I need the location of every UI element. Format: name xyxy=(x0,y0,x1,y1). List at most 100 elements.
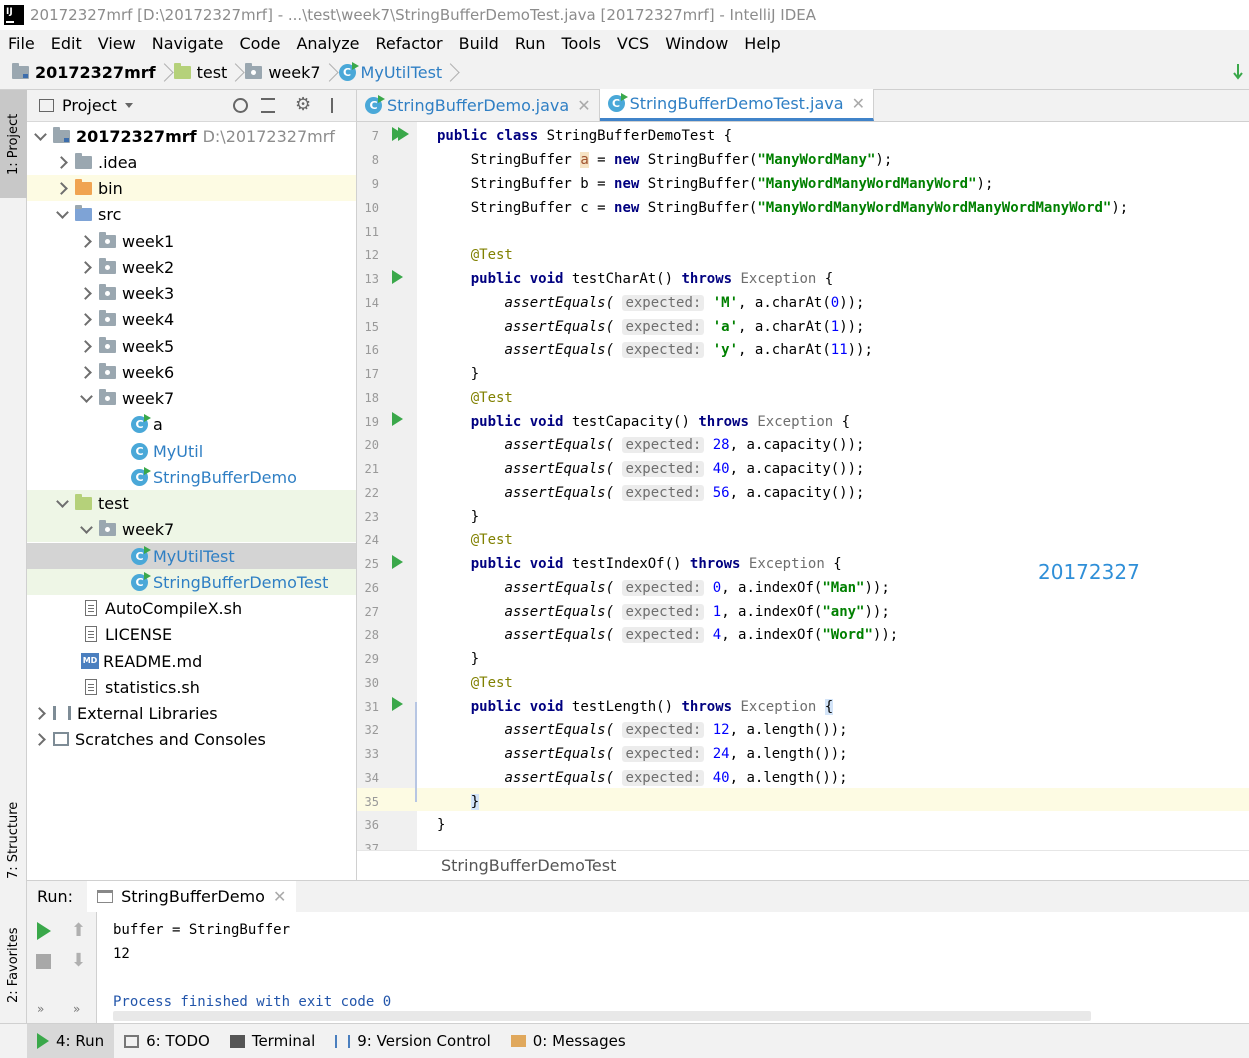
project-tool-tab[interactable]: 1: Project xyxy=(0,90,27,198)
menu-navigate[interactable]: Navigate xyxy=(144,34,232,53)
locate-file-icon[interactable] xyxy=(233,98,248,113)
chevron-down-icon[interactable] xyxy=(124,103,133,108)
breadcrumb-project[interactable]: 20172327mrf xyxy=(0,56,174,89)
tree-item-statistics[interactable]: statistics.sh xyxy=(27,674,356,700)
tool-tab-messages[interactable]: 0: Messages xyxy=(501,1024,636,1058)
tree-item-root[interactable]: 20172327mrf D:\20172327mrf xyxy=(27,123,356,149)
arrow-down-icon[interactable]: ⬇ xyxy=(71,950,86,971)
tree-item-stringbufferdemo[interactable]: C StringBufferDemo xyxy=(27,464,356,490)
close-icon[interactable]: ✕ xyxy=(577,96,590,115)
chevron-down-icon[interactable] xyxy=(79,522,93,536)
chevron-right-icon[interactable] xyxy=(79,312,93,326)
tree-item-week4[interactable]: week4 xyxy=(27,306,356,332)
tree-item-a[interactable]: C a xyxy=(27,411,356,437)
tab-stringbufferdemo[interactable]: C StringBufferDemo.java ✕ xyxy=(357,89,600,121)
chevron-right-icon[interactable] xyxy=(33,732,47,746)
rerun-icon[interactable] xyxy=(37,922,51,940)
menu-refactor[interactable]: Refactor xyxy=(368,34,451,53)
run-test-icon[interactable] xyxy=(392,270,403,284)
chevron-down-icon[interactable] xyxy=(55,207,69,221)
chevron-right-icon[interactable] xyxy=(79,234,93,248)
menu-window[interactable]: Window xyxy=(657,34,736,53)
tree-item-readme[interactable]: MD README.md xyxy=(27,648,356,674)
tree-item-week3[interactable]: week3 xyxy=(27,280,356,306)
tree-item-test-week7[interactable]: week7 xyxy=(27,516,356,542)
code-editor[interactable]: public class StringBufferDemoTest { Stri… xyxy=(417,122,1249,850)
tool-tab-todo[interactable]: 6: TODO xyxy=(114,1024,220,1058)
tab-stringbufferdemotest[interactable]: C StringBufferDemoTest.java ✕ xyxy=(599,89,874,121)
menu-code[interactable]: Code xyxy=(232,34,289,53)
tree-item-src[interactable]: src xyxy=(27,201,356,227)
tool-tab-version-control[interactable]: 9: Version Control xyxy=(325,1024,501,1058)
tool-tab-run[interactable]: 4: Run xyxy=(27,1024,115,1058)
tree-item-scratches[interactable]: Scratches and Consoles xyxy=(27,726,356,752)
tree-item-myutil[interactable]: C MyUtil xyxy=(27,438,356,464)
more-actions-icon[interactable]: » xyxy=(73,1002,80,1016)
run-test-icon[interactable] xyxy=(392,412,403,426)
tree-item-autocompilex[interactable]: AutoCompileX.sh xyxy=(27,595,356,621)
run-test-icon[interactable] xyxy=(392,555,403,569)
tree-item-week1[interactable]: week1 xyxy=(27,228,356,254)
menu-tools[interactable]: Tools xyxy=(554,34,609,53)
menu-run[interactable]: Run xyxy=(507,34,554,53)
run-test-icon[interactable] xyxy=(392,697,403,711)
close-icon[interactable]: ✕ xyxy=(273,887,286,906)
editor-breadcrumb[interactable]: StringBufferDemoTest xyxy=(357,850,1249,880)
menu-analyze[interactable]: Analyze xyxy=(288,34,367,53)
run-tab-stringbufferdemo[interactable]: StringBufferDemo ✕ xyxy=(87,880,297,913)
project-view-selector[interactable]: Project xyxy=(62,96,117,115)
tree-item-idea[interactable]: .idea xyxy=(27,149,356,175)
breadcrumb-week7[interactable]: week7 xyxy=(245,56,338,89)
tree-item-week2[interactable]: week2 xyxy=(27,254,356,280)
close-icon[interactable]: ✕ xyxy=(852,94,865,113)
run-console[interactable]: buffer = StringBuffer 12 Process finishe… xyxy=(97,912,1249,1023)
tree-item-week6[interactable]: week6 xyxy=(27,359,356,385)
hide-panel-icon[interactable] xyxy=(331,98,343,113)
menu-help[interactable]: Help xyxy=(736,34,788,53)
horizontal-scrollbar[interactable] xyxy=(113,1011,1091,1021)
update-project-icon[interactable] xyxy=(1233,62,1243,82)
chevron-right-icon[interactable] xyxy=(79,286,93,300)
gear-icon[interactable]: ⚙ xyxy=(295,94,311,115)
menu-edit[interactable]: Edit xyxy=(43,34,90,53)
menu-file[interactable]: File xyxy=(0,34,43,53)
more-actions-icon[interactable]: » xyxy=(37,1002,44,1016)
breadcrumb-myutiltest[interactable]: C MyUtilTest xyxy=(338,56,461,89)
editor-tabs: C StringBufferDemo.java ✕ C StringBuffer… xyxy=(357,89,1249,122)
package-folder-icon xyxy=(99,388,116,405)
structure-tool-tab[interactable]: 7: Structure xyxy=(0,790,27,890)
arrow-up-icon[interactable]: ⬆ xyxy=(71,920,86,941)
menu-vcs[interactable]: VCS xyxy=(609,34,657,53)
menu-view[interactable]: View xyxy=(90,34,144,53)
chevron-right-icon[interactable] xyxy=(79,339,93,353)
test-class-icon: C xyxy=(338,62,359,81)
menu-build[interactable]: Build xyxy=(451,34,507,53)
favorites-tool-tab[interactable]: 2: Favorites xyxy=(0,910,27,1020)
tree-item-week7[interactable]: week7 xyxy=(27,385,356,411)
breadcrumb-test[interactable]: test xyxy=(173,56,246,89)
chevron-down-icon[interactable] xyxy=(33,129,47,143)
chevron-right-icon[interactable] xyxy=(55,181,69,195)
chevron-down-icon[interactable] xyxy=(55,496,69,510)
tree-item-license[interactable]: LICENSE xyxy=(27,621,356,647)
tree-item-test[interactable]: test xyxy=(27,490,356,516)
tree-item-week5[interactable]: week5 xyxy=(27,333,356,359)
toggle-tool-windows-icon[interactable] xyxy=(0,1024,27,1058)
collapse-all-icon[interactable] xyxy=(261,98,275,113)
tree-item-bin[interactable]: bin xyxy=(27,175,356,201)
chevron-right-icon[interactable] xyxy=(55,155,69,169)
chevron-right-icon[interactable] xyxy=(33,706,47,720)
tree-item-myutiltest[interactable]: C MyUtilTest xyxy=(27,543,356,569)
package-folder-icon xyxy=(245,63,263,79)
project-panel: Project ⚙ 20172327mrf D:\20172327mrf .id… xyxy=(27,90,357,880)
tree-item-stringbufferdemotest[interactable]: C StringBufferDemoTest xyxy=(27,569,356,595)
chevron-right-icon[interactable] xyxy=(79,260,93,274)
run-class-icon[interactable] xyxy=(398,127,409,141)
tree-item-external-libraries[interactable]: External Libraries xyxy=(27,700,356,726)
package-folder-icon xyxy=(99,257,116,274)
tool-tab-terminal[interactable]: Terminal xyxy=(220,1024,325,1058)
todo-icon xyxy=(124,1034,140,1048)
chevron-right-icon[interactable] xyxy=(79,365,93,379)
stop-icon[interactable] xyxy=(36,954,51,969)
chevron-down-icon[interactable] xyxy=(79,391,93,405)
